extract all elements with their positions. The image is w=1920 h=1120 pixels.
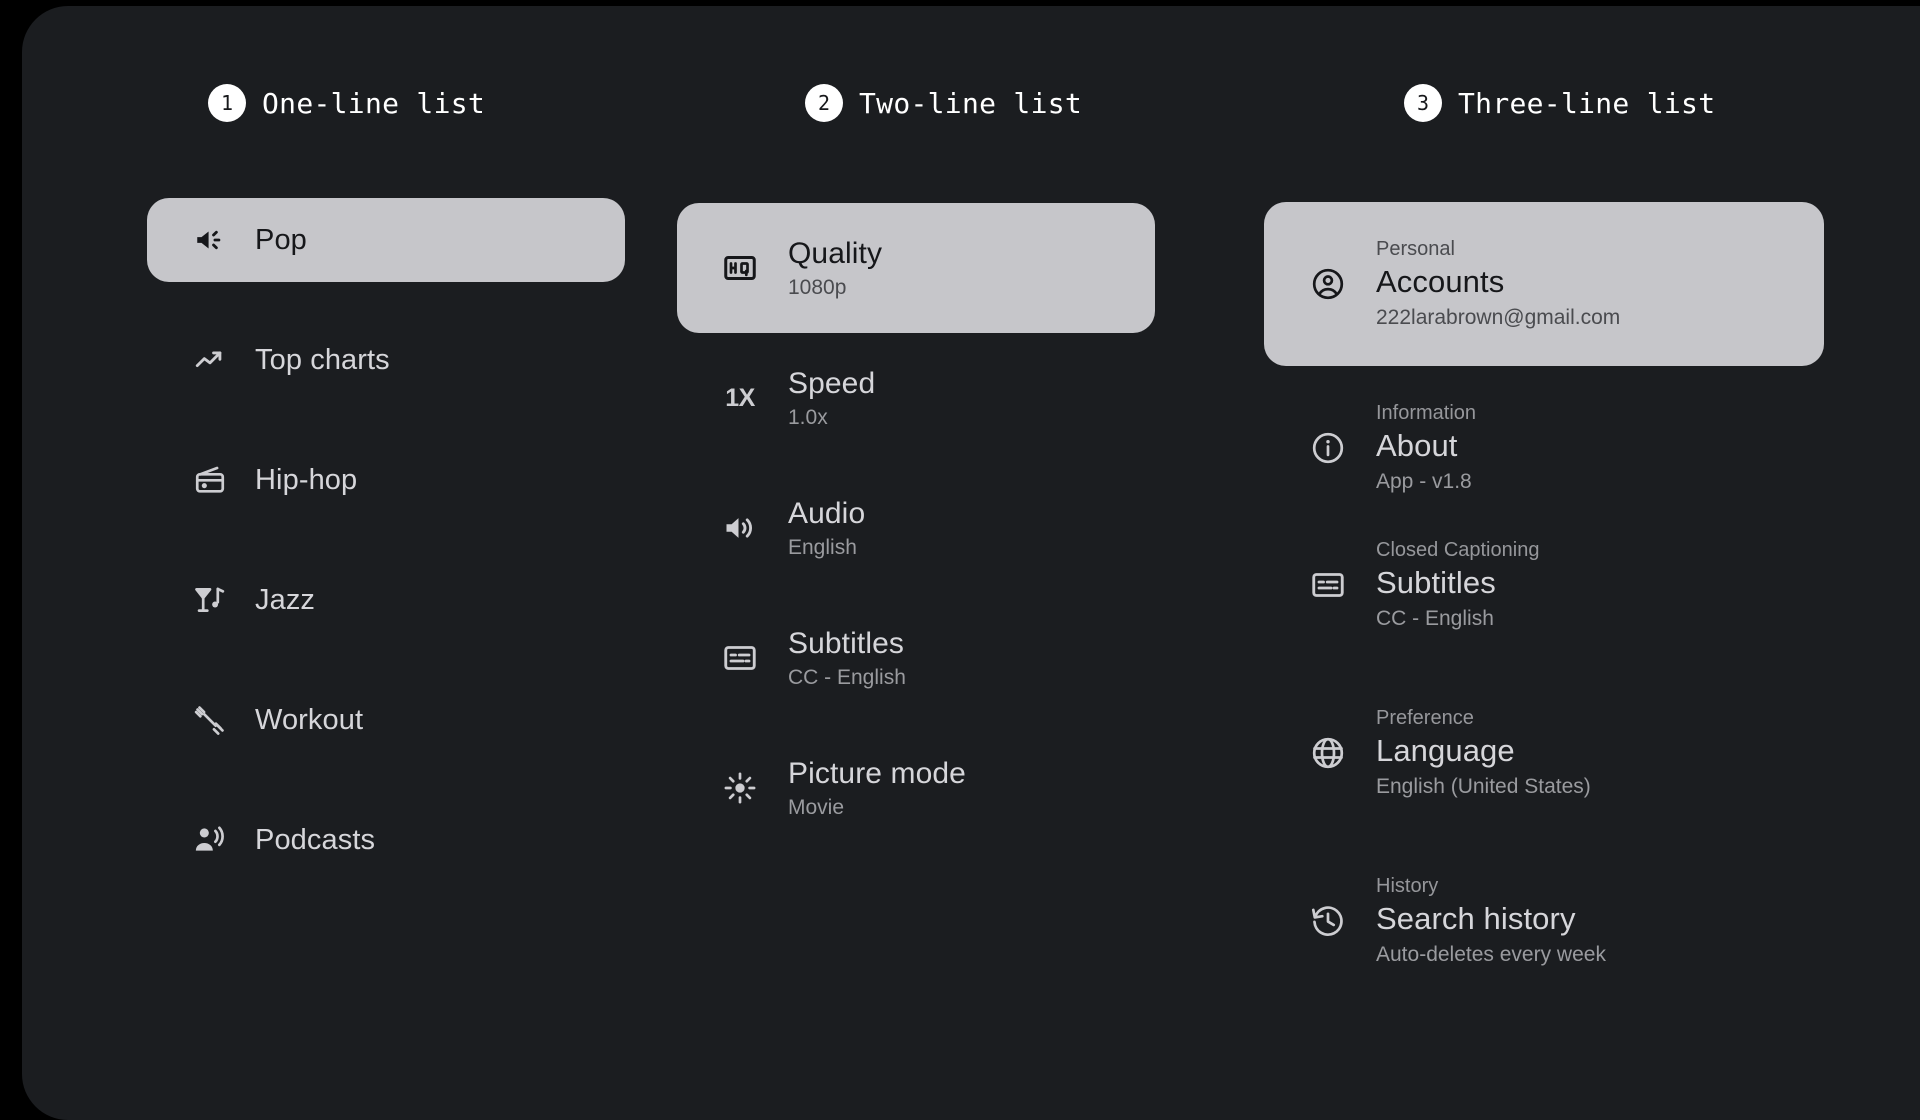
list-item-language[interactable]: Preference Language English (United Stat… — [1264, 671, 1824, 835]
brightness-icon — [722, 770, 758, 806]
subtitles-icon — [722, 640, 758, 676]
column-three-line-list: 3 Three-line list Personal Accounts 222l… — [1262, 6, 1902, 1120]
screen-root: 1 One-line list Pop Top charts Hip-hop J… — [0, 0, 1920, 1120]
podcasts-icon — [193, 823, 227, 857]
columns-container: 1 One-line list Pop Top charts Hip-hop J… — [22, 6, 1920, 1120]
list-item-support: Auto-deletes every week — [1376, 942, 1606, 966]
account-circle-icon — [1310, 266, 1346, 302]
volume-up-icon — [722, 510, 758, 546]
info-icon — [1310, 430, 1346, 466]
speed-1x-icon: 1X — [722, 380, 758, 416]
list-item-label: Jazz — [255, 583, 316, 616]
list-item-speed[interactable]: 1X Speed 1.0x — [677, 333, 1155, 463]
list-item-subtitles[interactable]: Closed Captioning Subtitles CC - English — [1264, 503, 1824, 667]
list-item-support: 1.0x — [788, 406, 828, 430]
campaign-icon — [193, 223, 227, 257]
column-1-badge: 1 — [208, 84, 246, 122]
list-item-subtitles[interactable]: Subtitles CC - English — [677, 593, 1155, 723]
list-item-support: 1080p — [788, 276, 847, 300]
history-icon — [1310, 903, 1346, 939]
list-item-overline: Closed Captioning — [1376, 538, 1540, 561]
column-2-header: 2 Two-line list — [805, 84, 1082, 122]
list-item-label: Quality — [788, 236, 883, 270]
list-item-label: Top charts — [255, 343, 390, 376]
list-item-support: CC - English — [1376, 606, 1494, 630]
column-3-title: Three-line list — [1458, 86, 1716, 120]
list-item-label: Subtitles — [1376, 565, 1496, 601]
list-item-label: Subtitles — [788, 626, 904, 660]
list-item-top-charts[interactable]: Top charts — [147, 318, 625, 402]
list-item-jazz[interactable]: Jazz — [147, 558, 625, 642]
speed-icon-label: 1X — [725, 383, 755, 412]
list-item-label: Audio — [788, 496, 866, 530]
list-item-support: Movie — [788, 796, 845, 820]
list-item-support: English (United States) — [1376, 774, 1591, 798]
list-item-label: Pop — [255, 223, 307, 256]
list-item-overline: Information — [1376, 401, 1477, 424]
list-item-support: 222larabrown@gmail.com — [1376, 305, 1621, 329]
list-item-search-history[interactable]: History Search history Auto-deletes ever… — [1264, 839, 1824, 1003]
list-item-quality[interactable]: Quality 1080p — [677, 203, 1155, 333]
radio-icon — [193, 463, 227, 497]
list-item-label: Search history — [1376, 901, 1576, 937]
list-item-label: Picture mode — [788, 756, 966, 790]
list-item-hip-hop[interactable]: Hip-hop — [147, 438, 625, 522]
nightlife-icon — [193, 583, 227, 617]
list-item-audio[interactable]: Audio English — [677, 463, 1155, 593]
list-item-overline: Personal — [1376, 237, 1455, 260]
list-item-pop[interactable]: Pop — [147, 198, 625, 282]
column-two-line-list: 2 Two-line list Quality 1080p 1X Speed 1… — [662, 6, 1262, 1120]
trending-up-icon — [193, 343, 227, 377]
list-item-label: Language — [1376, 733, 1515, 769]
list-item-label: About — [1376, 428, 1458, 464]
column-3-badge: 3 — [1404, 84, 1442, 122]
column-one-line-list: 1 One-line list Pop Top charts Hip-hop J… — [62, 6, 662, 1120]
list-item-label: Speed — [788, 366, 876, 400]
list-item-label: Accounts — [1376, 264, 1505, 300]
language-icon — [1310, 735, 1346, 771]
list-item-support: App - v1.8 — [1376, 469, 1472, 493]
subtitles-icon — [1310, 567, 1346, 603]
list-item-support: English — [788, 536, 857, 560]
list-item-workout[interactable]: Workout — [147, 678, 625, 762]
list-item-accounts[interactable]: Personal Accounts 222larabrown@gmail.com — [1264, 202, 1824, 366]
hq-icon — [722, 250, 758, 286]
list-item-overline: Preference — [1376, 706, 1474, 729]
list-item-label: Podcasts — [255, 823, 376, 856]
column-1-header: 1 One-line list — [208, 84, 485, 122]
column-2-title: Two-line list — [859, 86, 1083, 120]
list-item-support: CC - English — [788, 666, 906, 690]
column-1-title: One-line list — [262, 86, 486, 120]
content-surface: 1 One-line list Pop Top charts Hip-hop J… — [22, 6, 1920, 1120]
list-item-picture-mode[interactable]: Picture mode Movie — [677, 723, 1155, 853]
list-item-overline: History — [1376, 874, 1439, 897]
list-item-label: Hip-hop — [255, 463, 358, 496]
column-3-header: 3 Three-line list — [1404, 84, 1715, 122]
column-2-badge: 2 — [805, 84, 843, 122]
list-item-podcasts[interactable]: Podcasts — [147, 798, 625, 882]
list-item-label: Workout — [255, 703, 364, 736]
fitness-icon — [193, 703, 227, 737]
